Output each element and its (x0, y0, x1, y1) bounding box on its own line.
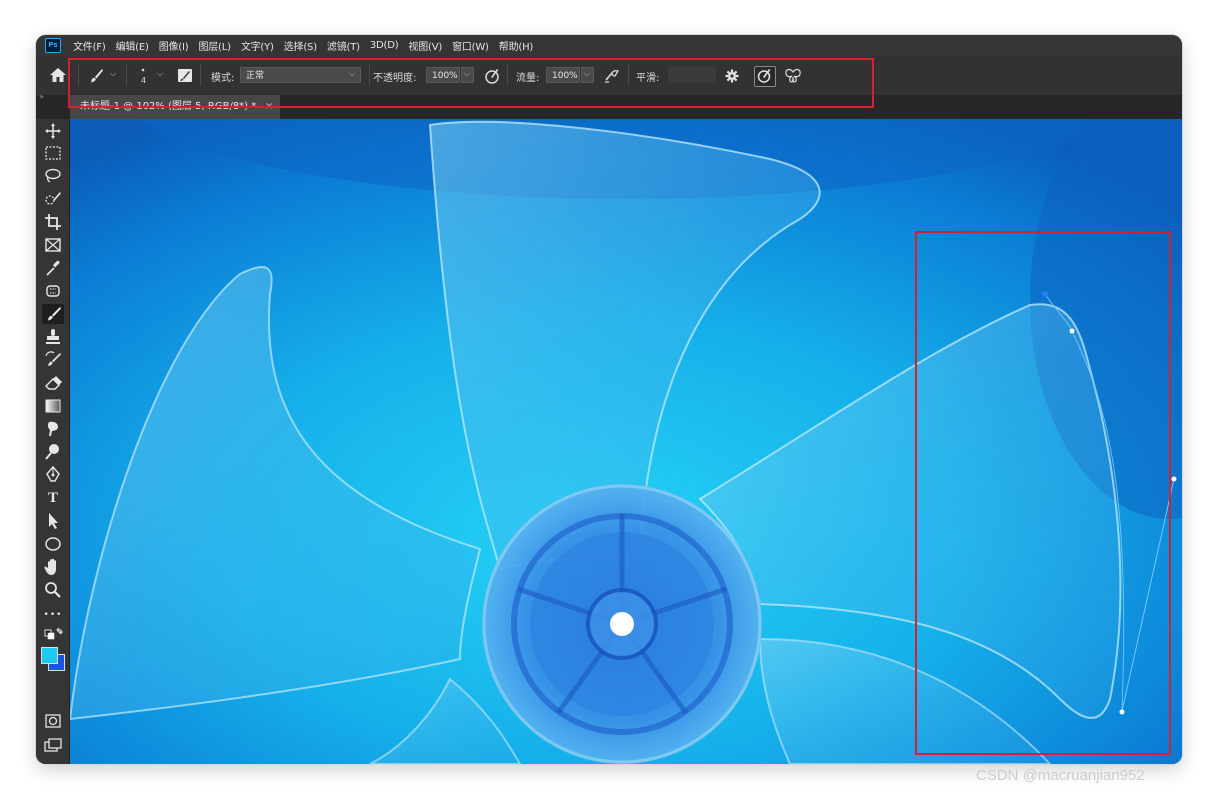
options-divider (126, 64, 127, 86)
opacity-input[interactable]: 100% (426, 67, 460, 83)
home-icon[interactable] (48, 66, 68, 84)
pressure-size-button[interactable] (754, 66, 776, 87)
more-tools-icon[interactable]: ••• (42, 605, 64, 625)
photoshop-window: Ps 文件(F) 编辑(E) 图像(I) 图层(L) 文字(Y) 选择(S) 滤… (36, 35, 1182, 764)
smoothing-input[interactable] (668, 67, 716, 83)
clone-stamp-tool-icon[interactable] (42, 327, 64, 347)
fan-photo (70, 119, 1182, 764)
flow-label: 流量: (516, 73, 540, 84)
opacity-chevron-down-icon[interactable]: ⌵ (464, 69, 470, 79)
move-tool-icon[interactable] (42, 121, 64, 141)
menu-layer[interactable]: 图层(L) (198, 38, 231, 53)
opacity-label: 不透明度: (373, 73, 417, 84)
pressure-opacity-icon[interactable] (484, 68, 500, 84)
color-swatches[interactable] (40, 645, 66, 671)
menu-bar: Ps 文件(F) 编辑(E) 图像(I) 图层(L) 文字(Y) 选择(S) 滤… (36, 35, 1182, 56)
screen-mode-icon[interactable] (42, 735, 64, 755)
menu-select[interactable]: 选择(S) (284, 38, 317, 53)
dodge-tool-icon[interactable] (42, 442, 64, 462)
document-tab-bar: » 未标题-1 @ 102% (图层 5, RGB/8*) * × (36, 92, 1182, 119)
symmetry-butterfly-icon[interactable] (784, 68, 802, 84)
marquee-tool-icon[interactable] (42, 143, 64, 163)
options-divider (200, 64, 201, 86)
menu-image[interactable]: 图像(I) (159, 38, 189, 53)
document-canvas[interactable] (70, 119, 1182, 764)
close-icon[interactable]: × (265, 95, 273, 119)
lasso-tool-icon[interactable] (42, 166, 64, 186)
panel-collapse-icon[interactable]: » (39, 92, 44, 101)
history-brush-tool-icon[interactable] (42, 350, 64, 370)
frame-tool-icon[interactable] (42, 235, 64, 255)
brush-settings-panel-icon[interactable] (177, 68, 193, 83)
brush-preset-chevron-down-icon[interactable]: ⌵ (110, 69, 116, 79)
brush-tool-icon (48, 307, 61, 321)
quick-selection-tool-icon[interactable] (42, 189, 64, 209)
brush-dot-icon[interactable] (139, 65, 147, 75)
hand-tool-icon[interactable] (42, 557, 64, 577)
smudge-tool-icon[interactable] (42, 419, 64, 439)
menu-help[interactable]: 帮助(H) (499, 38, 534, 53)
pen-tool-icon[interactable] (42, 465, 64, 485)
brush-size-chevron-down-icon[interactable]: ⌵ (157, 69, 163, 79)
menu-filter[interactable]: 滤镜(T) (327, 38, 360, 53)
options-divider (369, 64, 370, 86)
menu-view[interactable]: 视图(V) (408, 38, 442, 53)
flow-input[interactable]: 100% (546, 67, 580, 83)
document-tab-title: 未标题-1 @ 102% (图层 5, RGB/8*) * (80, 101, 257, 112)
default-swap-colors-icon[interactable] (42, 626, 64, 646)
zoom-tool-icon[interactable] (42, 580, 64, 600)
flow-chevron-down-icon[interactable]: ⌵ (584, 69, 590, 79)
options-divider (507, 64, 508, 86)
gradient-tool-icon[interactable] (42, 396, 64, 416)
brush-size-value: 4 (141, 76, 147, 85)
photoshop-logo: Ps (45, 38, 61, 53)
tools-panel: T ••• (36, 119, 70, 764)
pressure-size-icon (757, 69, 771, 83)
airbrush-icon[interactable] (603, 67, 621, 84)
mode-label: 模式: (211, 73, 235, 84)
options-bar: ⌵ 4 ⌵ 模式: 正常 ⌵ 不透明度: 100% ⌵ 流量: 100% ⌵ 平… (36, 56, 1182, 96)
document-tab[interactable]: 未标题-1 @ 102% (图层 5, RGB/8*) * (70, 95, 280, 119)
menu-type[interactable]: 文字(Y) (241, 38, 274, 53)
crop-tool-icon[interactable] (42, 212, 64, 232)
ellipse-tool-icon[interactable] (42, 534, 64, 554)
foreground-color-swatch[interactable] (41, 647, 58, 664)
eyedropper-tool-icon[interactable] (42, 258, 64, 278)
eraser-tool-icon[interactable] (42, 373, 64, 393)
brush-tool-button[interactable] (42, 304, 64, 324)
quick-mask-icon[interactable] (42, 711, 64, 731)
gear-icon[interactable] (724, 68, 740, 84)
menu-edit[interactable]: 编辑(E) (116, 38, 149, 53)
options-divider (628, 64, 629, 86)
mode-select[interactable]: 正常 (240, 67, 361, 83)
menu-file[interactable]: 文件(F) (73, 38, 106, 53)
options-divider (78, 64, 79, 86)
type-tool-icon[interactable]: T (42, 488, 64, 508)
patch-tool-icon[interactable] (42, 281, 64, 301)
brush-preset-icon[interactable] (88, 68, 104, 84)
path-selection-tool-icon[interactable] (42, 511, 64, 531)
mode-chevron-down-icon[interactable]: ⌵ (349, 69, 355, 79)
menu-window[interactable]: 窗口(W) (452, 38, 489, 53)
menu-3d[interactable]: 3D(D) (370, 40, 399, 51)
smoothing-label: 平滑: (636, 73, 660, 84)
watermark-text: CSDN @macruanjian952 (976, 767, 1145, 784)
